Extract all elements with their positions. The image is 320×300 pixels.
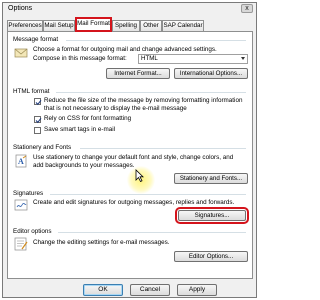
checkmark-icon [35,117,42,124]
stationery-description-line1: Use stationery to change your default fo… [33,154,234,161]
tab-sap-calendar[interactable]: SAP Calendar [162,20,204,31]
section-divider [50,194,246,195]
section-divider [58,232,246,233]
reduce-file-size-label: Reduce the file size of the message by r… [44,97,243,104]
internet-format-button[interactable]: Internet Format... [106,68,170,79]
tab-strip: Preferences Mail Setup Mail Format Spell… [7,17,252,32]
compose-format-value: HTML [141,55,158,62]
html-format-heading: HTML format [13,88,50,95]
stationery-icon: A [14,154,28,168]
editor-icon [14,237,28,251]
rely-on-css-label: Rely on CSS for font formatting [44,115,132,122]
message-format-heading: Message format [13,36,59,43]
mail-format-panel: Message format Choose a format for outgo… [7,31,253,279]
tab-spelling[interactable]: Spelling [112,20,140,31]
international-options-button[interactable]: International Options... [174,68,248,79]
ok-button[interactable]: OK [83,284,123,296]
svg-text:A: A [18,157,24,166]
reduce-file-size-label-line2: that is not necessary to display the e-m… [44,105,187,112]
stationery-description-line2: add backgrounds to your messages. [33,162,135,169]
tab-other[interactable]: Other [140,20,162,31]
chevron-down-icon [241,57,245,60]
title-bar: Options x [3,3,256,14]
apply-button[interactable]: Apply [177,284,217,296]
tab-mail-format[interactable]: Mail Format [75,17,112,32]
message-format-description: Choose a format for outgoing mail and ch… [33,46,217,53]
stationery-heading: Stationery and Fonts [13,144,72,151]
signatures-description: Create and edit signatures for outgoing … [33,199,235,206]
tab-preferences[interactable]: Preferences [7,20,43,31]
section-divider [66,40,246,41]
signatures-heading: Signatures [13,190,44,197]
cancel-button[interactable]: Cancel [130,284,170,296]
envelope-icon [14,46,28,60]
rely-on-css-checkbox[interactable] [34,116,42,124]
compose-format-label: Compose in this message format: [33,55,127,62]
mouse-pointer-icon [135,169,144,184]
window-title: Options [8,5,33,12]
checkmark-icon [35,99,42,106]
stationery-fonts-button[interactable]: Stationery and Fonts... [174,173,248,184]
save-smart-tags-label: Save smart tags in e-mail [44,126,116,133]
section-divider [56,92,246,93]
tab-mail-setup[interactable]: Mail Setup [43,20,75,31]
options-dialog: Options x Preferences Mail Setup Mail Fo… [2,2,257,298]
section-divider [80,148,246,149]
close-button[interactable]: x [241,4,253,13]
reduce-file-size-checkbox[interactable] [34,98,42,106]
editor-options-button[interactable]: Editor Options... [174,251,248,262]
signatures-button[interactable]: Signatures... [175,207,249,224]
compose-format-select[interactable]: HTML [138,54,248,64]
editor-options-description: Change the editing settings for e-mail m… [33,239,170,246]
editor-options-heading: Editor options [13,228,52,235]
signature-icon [14,198,28,212]
save-smart-tags-checkbox[interactable] [34,127,41,134]
